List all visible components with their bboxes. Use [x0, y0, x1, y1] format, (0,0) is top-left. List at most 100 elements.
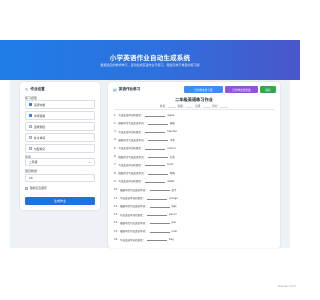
settings-title: ✎ 作业设置: [25, 87, 45, 92]
answer-blank[interactable]: [149, 188, 170, 192]
shuffle-toggle[interactable]: 随机打乱顺序: [25, 185, 95, 191]
worksheet-panel: ▤ 英语作业练习 打印作业并下载 打印作业含答案 保存 二年级英语练习作业 姓名…: [108, 82, 280, 248]
settings-title-label: 作业设置: [30, 87, 45, 91]
grade-select[interactable]: 二年级 ⌄: [25, 158, 95, 166]
question-number: 6.: [114, 155, 117, 158]
question-number: 3.: [114, 130, 117, 134]
question-text: 写出英语单词的意思：: [119, 238, 145, 242]
question-row: 14. 根据中文写出英语单词： pen: [114, 221, 274, 225]
answer-blank[interactable]: [149, 205, 170, 208]
count-label: 题目数量: [25, 169, 38, 173]
question-word: school: [167, 146, 176, 150]
print-download-button[interactable]: 打印作业并下载: [184, 86, 223, 93]
question-text: 根据中文写出英语单词：: [119, 188, 148, 192]
question-text: 写出英语单词的意思：: [118, 130, 144, 134]
option-multiple-choice[interactable]: 选择题目: [25, 122, 95, 131]
question-row: 6. 根据中文写出英语单词： 红色: [114, 155, 274, 159]
checkbox-icon: [29, 147, 32, 150]
question-text: 根据中文写出英语单词：: [118, 172, 146, 176]
question-number: 13.: [114, 213, 118, 217]
question-row: 5. 写出英语单词的意思： school: [114, 146, 274, 151]
question-text: 写出英语单词的意思：: [118, 163, 144, 167]
option-label: 补全单词: [34, 135, 46, 140]
answer-blank[interactable]: [149, 230, 170, 233]
print-answer-button[interactable]: 打印作业含答案: [225, 86, 258, 93]
question-text: 写出英语单词的意思：: [118, 114, 144, 117]
worksheet-title-label: 英语作业练习: [118, 87, 141, 91]
answer-blank[interactable]: [147, 238, 167, 241]
option-label: 句型填空: [34, 146, 46, 151]
answer-blank[interactable]: [145, 163, 166, 167]
question-number: 9.: [114, 179, 117, 183]
worksheet-title: ▤ 英语作业练习: [113, 87, 140, 92]
question-row: 4. 根据中文写出英语单词： 书本: [114, 138, 274, 142]
answer-blank[interactable]: [147, 172, 168, 175]
option-en-to-cn[interactable]: 英译中题: [25, 100, 95, 109]
print-download-label: 打印作业并下载: [194, 88, 213, 92]
option-label: 英译中题: [34, 102, 46, 107]
question-text: 根据中文写出英语单词：: [119, 205, 148, 209]
checkbox-icon: [29, 125, 32, 128]
settings-icon: ✎: [25, 87, 29, 92]
answer-blank[interactable]: [149, 221, 170, 225]
question-number: 14.: [114, 221, 118, 225]
question-number: 1.: [114, 113, 117, 117]
question-number: 5.: [114, 146, 117, 150]
question-row: 13. 写出英语单词的意思： pencil: [114, 213, 274, 217]
count-value: 20: [29, 176, 33, 180]
answer-blank[interactable]: [147, 155, 168, 158]
save-button[interactable]: 保存: [260, 86, 276, 93]
answer-blank[interactable]: [145, 147, 166, 150]
question-word: 狗狗: [169, 172, 175, 176]
question-number: 4.: [114, 138, 117, 142]
generate-button[interactable]: 生成作业: [25, 197, 95, 205]
question-row: 2. 根据中文写出英语单词： 猫咪: [114, 121, 274, 126]
book-icon: ▤: [113, 87, 117, 92]
option-complete-word[interactable]: 补全单词: [25, 133, 95, 142]
question-text: 根据中文写出英语单词：: [118, 122, 146, 126]
settings-panel: ✎ 作业设置 练习题型 英译中题 中译英题 选择题目 补全单词 句型填空 年级 …: [20, 82, 100, 210]
answer-blank[interactable]: [147, 213, 167, 217]
question-word: pen: [171, 221, 177, 225]
question-text: 根据中文写出英语单词：: [118, 138, 146, 142]
answer-blank[interactable]: [145, 114, 166, 117]
save-label: 保存: [265, 88, 271, 92]
question-row: 11. 写出英语单词的意思： orange: [114, 196, 274, 201]
sheet-title: 二年级英语练习作业: [175, 97, 213, 102]
question-text: 写出英语单词的意思：: [118, 180, 144, 184]
question-text: 写出英语单词的意思：: [119, 197, 145, 200]
question-row: 7. 写出英语单词的意思： book: [114, 163, 274, 167]
page-subtitle: 根据选定的教学单元，自动生成英语作业与练习，便捷高效不重复的练习题: [100, 63, 200, 67]
question-text: 写出英语单词的意思：: [119, 213, 145, 217]
answer-blank[interactable]: [145, 180, 166, 183]
question-text: 根据中文写出英语单词：: [118, 155, 146, 159]
question-number: 7.: [114, 163, 117, 167]
question-word: teacher: [167, 130, 177, 134]
watermark: Zixuen.Com: [277, 284, 296, 288]
generate-label: 生成作业: [53, 199, 66, 203]
question-number: 8.: [114, 171, 117, 175]
answer-blank[interactable]: [147, 197, 167, 200]
question-word: water: [167, 179, 175, 183]
question-text: 根据中文写出英语单词：: [119, 221, 148, 225]
question-row: 10. 根据中文写出英语单词： 桌子: [114, 188, 274, 192]
count-input[interactable]: 20: [25, 174, 95, 182]
question-word: 红色: [169, 155, 175, 159]
question-number: 16.: [114, 238, 118, 241]
question-word: 书本: [169, 138, 175, 142]
question-row: 15. 根据中文写出英语单词： ruler: [114, 229, 274, 234]
question-row: 9. 写出英语单词的意思： water: [114, 179, 274, 184]
question-word: ruler: [171, 229, 178, 233]
question-row: 1. 写出英语单词的意思： apple: [114, 113, 274, 118]
checkbox-checked-icon: [29, 103, 32, 106]
question-word: book: [167, 163, 174, 167]
answer-blank[interactable]: [147, 138, 168, 142]
option-cn-to-en[interactable]: 中译英题: [25, 111, 95, 120]
answer-blank[interactable]: [145, 130, 166, 134]
question-word: orange: [169, 196, 178, 200]
answer-blank[interactable]: [147, 122, 168, 125]
question-text: 写出英语单词的意思：: [118, 147, 144, 151]
option-sentence-fill[interactable]: 句型填空: [25, 144, 95, 153]
shuffle-label: 随机打乱顺序: [30, 186, 47, 190]
question-number: 15.: [114, 229, 118, 233]
